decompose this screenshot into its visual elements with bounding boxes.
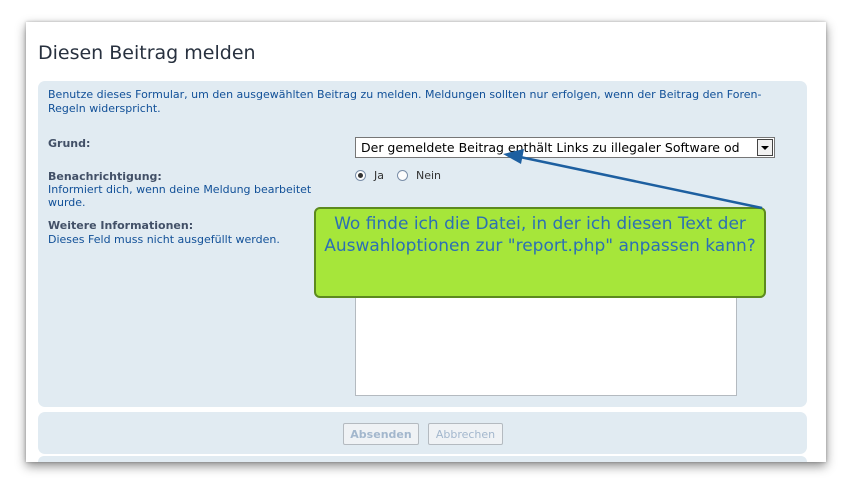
more-info-help: Dieses Feld muss nicht ausgefüllt werden…: [48, 233, 280, 246]
button-panel: [38, 412, 807, 454]
notify-label: Benachrichtigung:: [48, 170, 162, 183]
reason-select-value: Der gemeldete Beitrag enthält Links zu i…: [361, 140, 740, 155]
reason-select[interactable]: Der gemeldete Beitrag enthält Links zu i…: [355, 137, 775, 158]
notify-help: Informiert dich, wenn deine Meldung bear…: [48, 183, 312, 209]
notify-no-label[interactable]: Nein: [416, 169, 441, 182]
more-info-label: Weitere Informationen:: [48, 219, 194, 232]
annotation-callout: Wo finde ich die Datei, in der ich diese…: [314, 207, 766, 298]
intro-text: Benutze dieses Formular, um den ausgewäh…: [48, 88, 762, 115]
footer-panel: [38, 456, 807, 462]
submit-button[interactable]: Absenden: [343, 423, 419, 445]
chevron-down-icon[interactable]: [757, 139, 773, 156]
reason-label: Grund:: [48, 137, 91, 150]
notify-yes-radio[interactable]: [355, 170, 366, 181]
cancel-button[interactable]: Abbrechen: [428, 423, 503, 445]
notify-no-radio[interactable]: [397, 170, 408, 181]
page-title: Diesen Beitrag melden: [38, 42, 256, 64]
notify-yes-label[interactable]: Ja: [374, 169, 384, 182]
